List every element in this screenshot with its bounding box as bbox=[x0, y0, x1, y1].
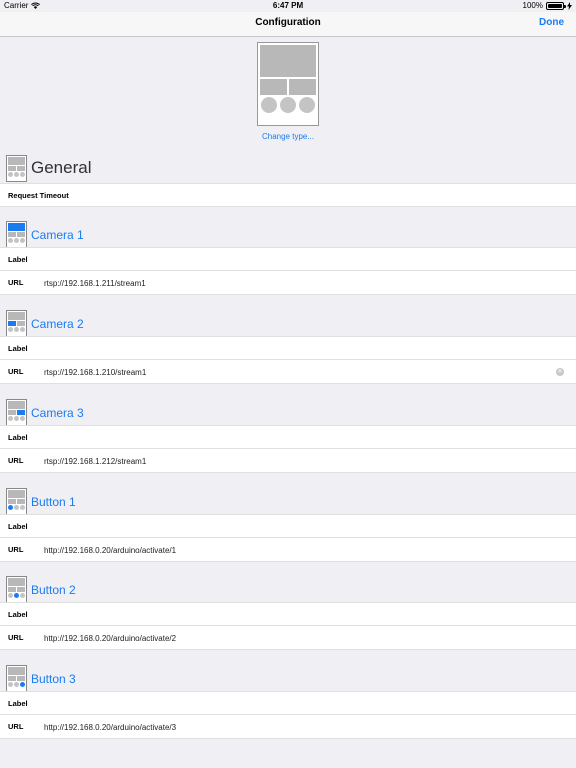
section-header-camera-2: Camera 2 bbox=[0, 308, 576, 338]
button-2-url-row[interactable]: URL http://192.168.0.20/arduino/activate… bbox=[0, 626, 576, 650]
charging-icon bbox=[567, 1, 572, 10]
section-title-camera-3: Camera 3 bbox=[31, 406, 84, 420]
section-header-general: General bbox=[0, 153, 576, 183]
preview-camera-1 bbox=[260, 45, 316, 77]
button-3-url-row[interactable]: URL http://192.168.0.20/arduino/activate… bbox=[0, 715, 576, 739]
section-title-button-1: Button 1 bbox=[31, 495, 76, 509]
button-3-layout-icon bbox=[6, 665, 27, 692]
camera-3-url-field[interactable]: rtsp://192.168.1.212/stream1 bbox=[44, 457, 146, 466]
layout-preview[interactable] bbox=[257, 42, 319, 126]
camera-2-url-field[interactable]: rtsp://192.168.1.210/stream1 bbox=[44, 368, 146, 377]
preview-camera-2 bbox=[260, 79, 287, 95]
button-1-label-row[interactable]: Label bbox=[0, 514, 576, 538]
status-right-group: 100% bbox=[523, 1, 572, 10]
section-title-camera-2: Camera 2 bbox=[31, 317, 84, 331]
section-header-button-2: Button 2 bbox=[0, 574, 576, 604]
status-time: 6:47 PM bbox=[272, 1, 304, 10]
section-title-button-2: Button 2 bbox=[31, 583, 76, 597]
camera-2-layout-icon bbox=[6, 310, 27, 337]
clear-text-icon[interactable]: ✕ bbox=[556, 368, 564, 376]
label-field-label: Label bbox=[8, 522, 28, 531]
battery-icon bbox=[546, 1, 566, 10]
label-field-label: Label bbox=[8, 344, 28, 353]
url-field-label: URL bbox=[8, 367, 24, 376]
section-header-camera-3: Camera 3 bbox=[0, 397, 576, 427]
camera-3-url-row[interactable]: URL rtsp://192.168.1.212/stream1 bbox=[0, 449, 576, 473]
preview-button-1 bbox=[261, 97, 277, 113]
url-field-label: URL bbox=[8, 278, 24, 287]
camera-1-label-row[interactable]: Label bbox=[0, 247, 576, 271]
button-1-url-row[interactable]: URL http://192.168.0.20/arduino/activate… bbox=[0, 538, 576, 562]
layout-thumbnail-icon bbox=[6, 155, 27, 182]
camera-2-url-row[interactable]: URL rtsp://192.168.1.210/stream1 ✕ bbox=[0, 360, 576, 384]
url-field-label: URL bbox=[8, 722, 24, 731]
url-field-label: URL bbox=[8, 456, 24, 465]
preview-button-3 bbox=[299, 97, 315, 113]
preview-camera-3 bbox=[289, 79, 316, 95]
camera-3-layout-icon bbox=[6, 399, 27, 426]
navigation-bar: Configuration Done bbox=[0, 12, 576, 37]
url-field-label: URL bbox=[8, 545, 24, 554]
section-header-button-1: Button 1 bbox=[0, 486, 576, 516]
battery-percent: 100% bbox=[522, 1, 543, 10]
done-button[interactable]: Done bbox=[539, 17, 564, 28]
url-field-label: URL bbox=[8, 633, 24, 642]
button-1-url-field[interactable]: http://192.168.0.20/arduino/activate/1 bbox=[44, 546, 176, 555]
section-header-camera-1: Camera 1 bbox=[0, 219, 576, 249]
section-title-general: General bbox=[31, 158, 92, 177]
button-3-label-row[interactable]: Label bbox=[0, 691, 576, 715]
label-field-label: Label bbox=[8, 699, 28, 708]
button-2-label-row[interactable]: Label bbox=[0, 602, 576, 626]
label-field-label: Label bbox=[8, 610, 28, 619]
camera-2-label-row[interactable]: Label bbox=[0, 336, 576, 360]
label-field-label: Label bbox=[8, 255, 28, 264]
section-header-button-3: Button 3 bbox=[0, 663, 576, 693]
button-3-url-field[interactable]: http://192.168.0.20/arduino/activate/3 bbox=[44, 723, 176, 732]
button-2-layout-icon bbox=[6, 576, 27, 603]
camera-1-url-row[interactable]: URL rtsp://192.168.1.211/stream1 bbox=[0, 271, 576, 295]
camera-1-layout-icon bbox=[6, 221, 27, 248]
change-type-link[interactable]: Change type... bbox=[0, 132, 576, 141]
camera-1-url-field[interactable]: rtsp://192.168.1.211/stream1 bbox=[44, 279, 146, 288]
camera-3-label-row[interactable]: Label bbox=[0, 425, 576, 449]
section-title-button-3: Button 3 bbox=[31, 672, 76, 686]
preview-button-2 bbox=[280, 97, 296, 113]
label-field-label: Label bbox=[8, 433, 28, 442]
button-2-url-field[interactable]: http://192.168.0.20/arduino/activate/2 bbox=[44, 634, 176, 643]
request-timeout-label: Request Timeout bbox=[8, 191, 69, 200]
request-timeout-row[interactable]: Request Timeout bbox=[0, 183, 576, 207]
status-bar: Carrier 6:47 PM 100% bbox=[0, 0, 576, 12]
button-1-layout-icon bbox=[6, 488, 27, 515]
page-title: Configuration bbox=[255, 17, 321, 28]
section-title-camera-1: Camera 1 bbox=[31, 228, 84, 242]
